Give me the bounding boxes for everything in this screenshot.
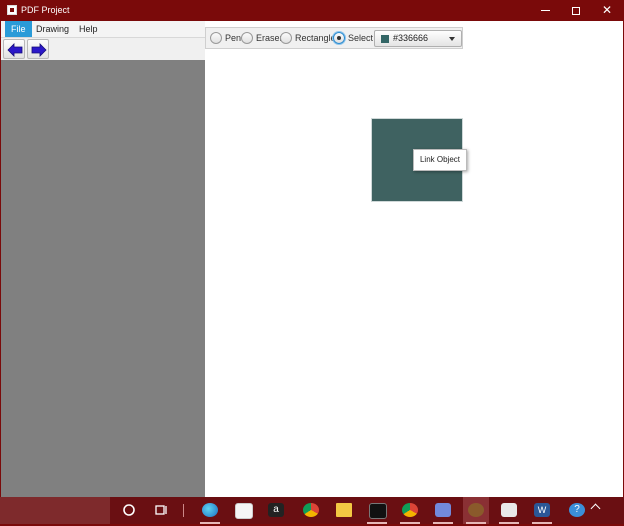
edge-icon[interactable] <box>197 497 223 524</box>
arrow-right-icon <box>31 43 47 57</box>
discord-icon[interactable] <box>430 497 456 524</box>
task-view-glyph-icon <box>155 505 167 515</box>
client-area: File Drawing Help Link Object Pen Eraser… <box>1 21 623 497</box>
tool-label: Pen <box>225 33 242 43</box>
nav-toolbar <box>1 38 205 60</box>
file-explorer-icon[interactable] <box>331 497 357 524</box>
chevron-up-icon[interactable] <box>590 503 601 514</box>
radio-dot <box>241 32 253 44</box>
app-icon <box>7 5 17 15</box>
minimize-icon <box>540 10 550 12</box>
maximize-button[interactable] <box>559 0 593 21</box>
word-icon[interactable]: W <box>529 497 555 524</box>
folder-icon <box>336 503 352 517</box>
game-icon[interactable] <box>463 497 489 524</box>
title-bar[interactable]: PDF Project ✕ <box>0 0 624 21</box>
close-icon: ✕ <box>601 3 613 17</box>
tool-label: Rectangle <box>295 33 336 43</box>
edge-logo-icon <box>202 503 218 517</box>
console-icon <box>369 503 387 519</box>
java-icon[interactable] <box>496 497 522 524</box>
menu-file[interactable]: File <box>5 21 32 37</box>
drawing-canvas[interactable]: Link Object <box>205 49 623 497</box>
tool-toolbar: Pen Eraser Rectangle Select #336666 <box>205 27 463 49</box>
radio-dot-selected <box>333 32 345 44</box>
color-value: #336666 <box>393 33 429 43</box>
task-view-icon[interactable] <box>148 497 174 524</box>
minimize-button[interactable] <box>528 0 562 21</box>
amazon-logo-icon: a <box>268 503 284 517</box>
chrome-logo-icon <box>402 503 418 517</box>
store-bag-icon <box>235 503 253 519</box>
discord-logo-icon <box>435 503 451 517</box>
chrome-logo-icon <box>303 503 319 517</box>
menu-bar: File Drawing Help <box>1 21 205 38</box>
radio-dot <box>210 32 222 44</box>
question-icon: ? <box>569 503 585 517</box>
help-icon[interactable]: ? <box>564 497 590 524</box>
color-swatch <box>381 35 389 43</box>
store-icon[interactable] <box>230 497 256 524</box>
link-object-tooltip[interactable]: Link Object <box>413 149 467 171</box>
amazon-icon[interactable]: a <box>263 497 289 524</box>
radio-dot <box>280 32 292 44</box>
menu-help[interactable]: Help <box>73 21 104 37</box>
search-circle-icon[interactable] <box>116 497 142 524</box>
menu-drawing[interactable]: Drawing <box>30 21 75 37</box>
taskbar: a W ? <box>0 497 624 524</box>
chrome-alt-icon[interactable] <box>397 497 423 524</box>
taskbar-separator <box>183 504 184 517</box>
word-logo-icon: W <box>534 503 550 517</box>
app-window: PDF Project ✕ File Drawing Help Link Obj… <box>0 0 624 497</box>
maximize-icon <box>572 6 580 15</box>
close-button[interactable]: ✕ <box>590 0 624 21</box>
back-button[interactable] <box>3 39 25 59</box>
terminal-icon[interactable] <box>364 497 390 524</box>
taskbar-search-area[interactable] <box>0 497 110 524</box>
tool-label: Eraser <box>256 33 283 43</box>
window-title: PDF Project <box>21 5 70 15</box>
color-picker[interactable]: #336666 <box>374 30 462 47</box>
chevron-down-icon <box>449 37 455 41</box>
cortana-icon <box>123 504 135 516</box>
java-logo-icon <box>501 503 517 517</box>
forward-button[interactable] <box>27 39 49 59</box>
game-logo-icon <box>468 503 484 517</box>
tool-label: Select <box>348 33 374 43</box>
left-pane: File Drawing Help <box>1 21 205 497</box>
chrome-icon[interactable] <box>298 497 324 524</box>
arrow-left-icon <box>7 43 23 57</box>
